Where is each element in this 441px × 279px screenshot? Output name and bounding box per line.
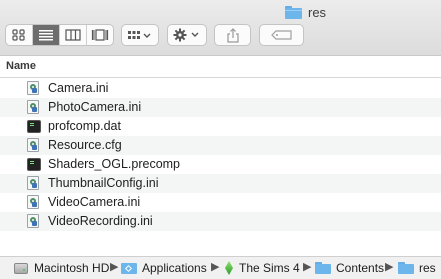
file-row[interactable]: profcomp.dat [0, 117, 441, 136]
path-item-contents[interactable]: Contents [315, 260, 384, 276]
document-file-icon [27, 81, 41, 96]
column-view-button[interactable] [60, 25, 87, 45]
file-name: Shaders_OGL.precomp [48, 157, 181, 171]
file-name: Camera.ini [48, 81, 109, 95]
chevron-right-icon: ▶ [211, 261, 220, 273]
path-bar: Macintosh HD ▶ Applications ▶ The Sims 4… [0, 256, 441, 279]
chevron-right-icon: ▶ [110, 261, 119, 273]
file-name: ThumbnailConfig.ini [48, 176, 159, 190]
document-file-icon [27, 214, 41, 229]
chevron-right-icon: ▶ [385, 261, 394, 273]
name-column-header[interactable]: Name [6, 60, 36, 72]
chevron-right-icon: ▶ [303, 261, 312, 273]
gallery-view-button[interactable] [87, 25, 113, 45]
tag-icon [270, 30, 292, 40]
folder-icon [285, 5, 302, 19]
window-title: res [285, 3, 326, 21]
list-view-icon [39, 30, 53, 41]
file-row[interactable]: VideoCamera.ini [0, 193, 441, 212]
path-item-label: res [419, 261, 436, 275]
group-by-button[interactable] [121, 24, 159, 46]
path-item-macintosh-hd[interactable]: Macintosh HD [14, 260, 109, 276]
icon-view-icon [12, 29, 25, 41]
sims-plumbob-icon [225, 261, 233, 275]
document-file-icon [27, 195, 41, 210]
view-mode-segmented-control [5, 24, 114, 46]
hard-drive-icon [14, 262, 28, 274]
file-name: VideoRecording.ini [48, 214, 153, 228]
file-row[interactable]: Camera.ini [0, 79, 441, 98]
file-name: profcomp.dat [48, 119, 121, 133]
file-row[interactable]: Shaders_OGL.precomp [0, 155, 441, 174]
executable-file-icon [27, 119, 41, 134]
executable-file-icon [27, 157, 41, 172]
document-file-icon [27, 138, 41, 153]
list-view-button[interactable] [33, 25, 60, 45]
toolbar: res [0, 0, 441, 56]
folder-icon [398, 262, 414, 274]
share-button[interactable] [214, 24, 251, 46]
path-item-the-sims-4[interactable]: The Sims 4 [225, 260, 300, 276]
path-item-applications[interactable]: Applications [121, 260, 207, 276]
path-item-label: Macintosh HD [34, 261, 110, 275]
window-title-text: res [308, 4, 327, 20]
grid-group-icon [128, 31, 151, 39]
file-row[interactable]: VideoRecording.ini [0, 212, 441, 231]
tags-button[interactable] [259, 24, 304, 46]
document-file-icon [27, 176, 41, 191]
path-item-res[interactable]: res [398, 260, 436, 276]
gallery-view-icon [91, 29, 109, 41]
share-icon [226, 27, 239, 43]
file-row[interactable]: Resource.cfg [0, 136, 441, 155]
path-item-label: Contents [336, 261, 385, 275]
file-list: Camera.ini PhotoCamera.ini profcomp.dat Res… [0, 79, 441, 231]
column-header: Name [0, 56, 441, 78]
path-item-label: The Sims 4 [239, 261, 300, 275]
document-file-icon [27, 100, 41, 115]
file-row[interactable]: PhotoCamera.ini [0, 98, 441, 117]
file-row[interactable]: ThumbnailConfig.ini [0, 174, 441, 193]
file-name: PhotoCamera.ini [48, 100, 142, 114]
action-menu-button[interactable] [167, 24, 207, 46]
applications-folder-icon [121, 262, 137, 274]
file-name: Resource.cfg [48, 138, 122, 152]
column-view-icon [65, 29, 81, 41]
icon-view-button[interactable] [6, 25, 33, 45]
folder-icon [315, 262, 331, 274]
path-item-label: Applications [142, 261, 207, 275]
gear-icon [173, 28, 199, 42]
file-name: VideoCamera.ini [48, 195, 141, 209]
